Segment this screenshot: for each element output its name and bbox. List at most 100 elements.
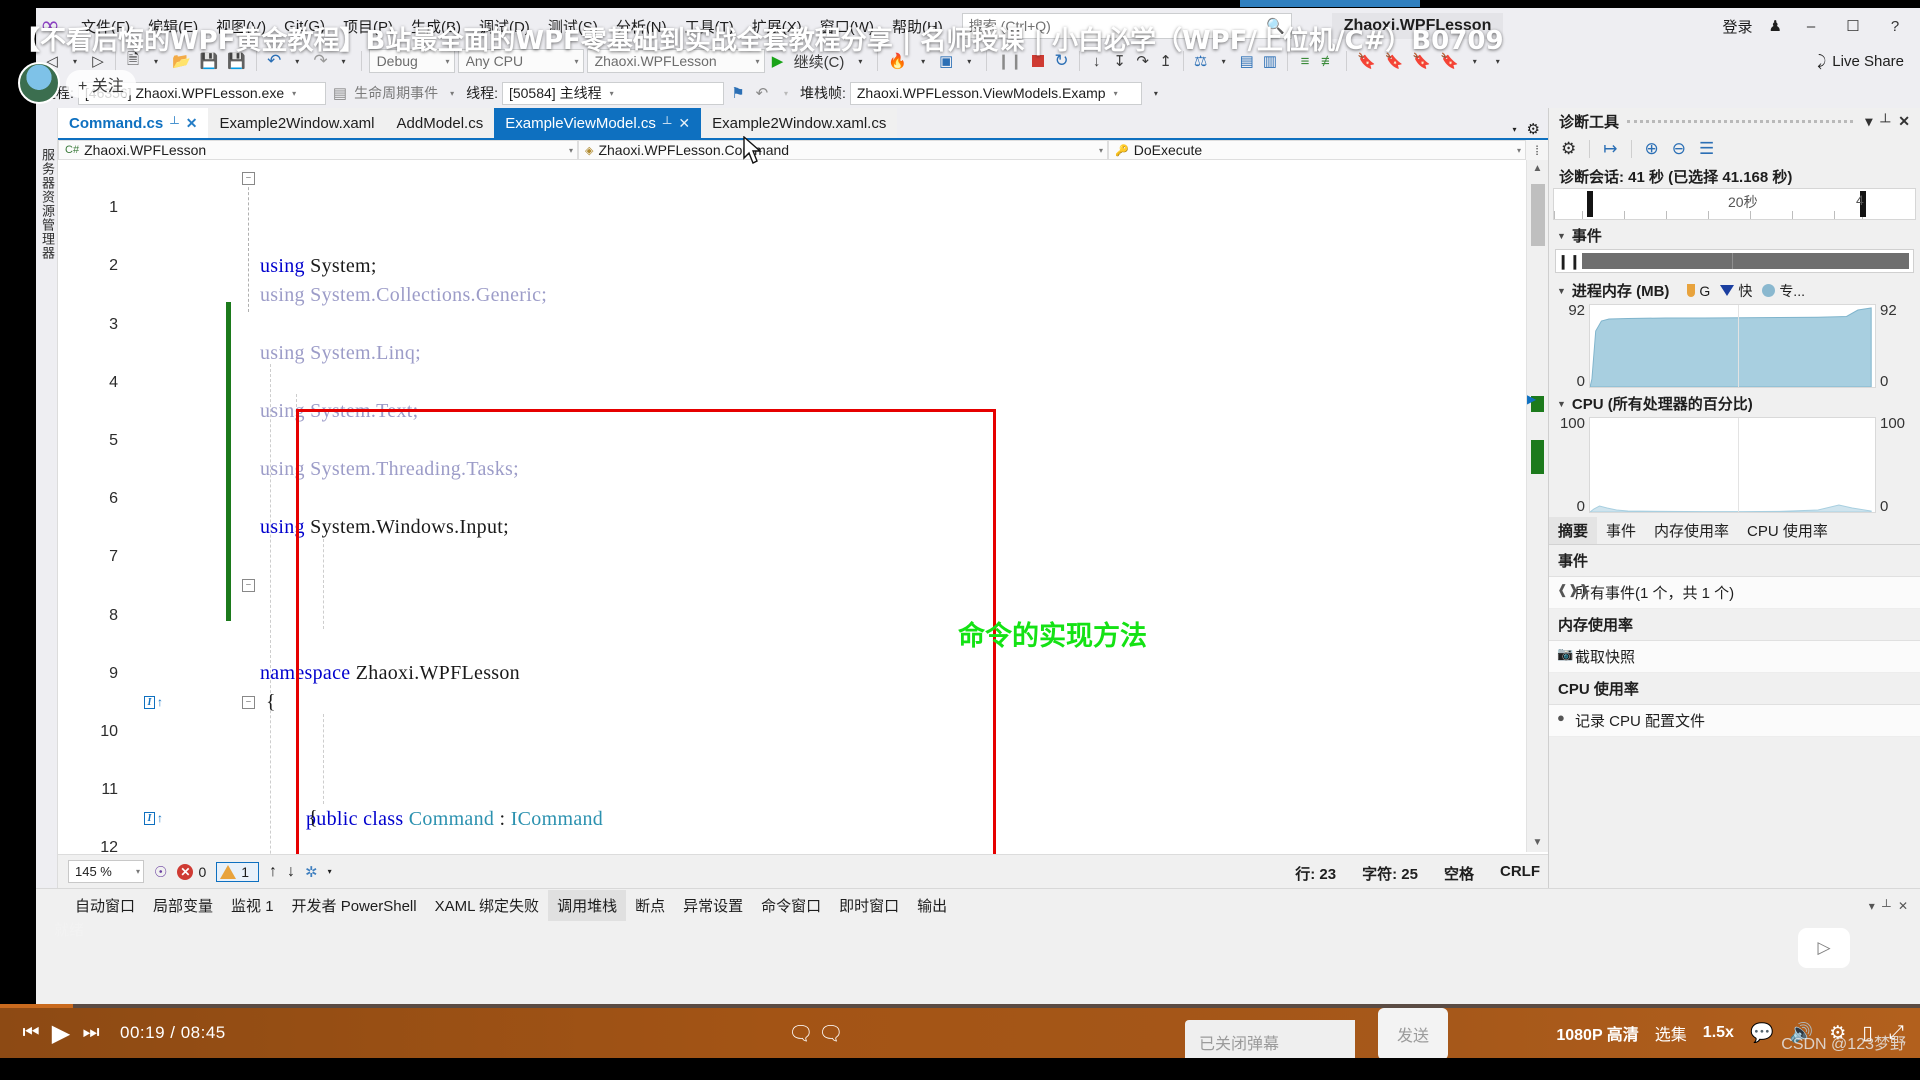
- scroll-up-icon[interactable]: ▲: [1527, 160, 1548, 178]
- cpu-axis-min-left: 0: [1553, 498, 1585, 515]
- tab-events[interactable]: 事件: [1597, 517, 1645, 544]
- danmu-off-icon[interactable]: 🗨: [786, 1016, 816, 1050]
- server-explorer-tab[interactable]: 服务器资源管理器: [38, 148, 57, 260]
- breadcrumb-project[interactable]: C# Zhaoxi.WPFLesson ▾: [58, 140, 578, 160]
- editor-vertical-scrollbar[interactable]: ▲ ▶ ▼: [1526, 160, 1548, 852]
- cpu-usage-chart[interactable]: 100 0 100 0: [1553, 417, 1916, 513]
- zoom-combo[interactable]: 145 % ▾: [68, 860, 144, 883]
- cpu-axis-min-right: 0: [1880, 498, 1916, 515]
- help-button[interactable]: ?: [1876, 13, 1914, 39]
- minimize-button[interactable]: –: [1792, 13, 1830, 39]
- error-count-badge[interactable]: ✕ 0: [177, 864, 206, 880]
- timeline-selection-start[interactable]: [1587, 191, 1593, 217]
- inheritance-glyph-icon[interactable]: I↑: [144, 694, 178, 711]
- cpu-section-label: CPU (所有处理器的百分比): [1572, 393, 1753, 414]
- intellicode-icon[interactable]: ☉: [154, 863, 167, 881]
- zoom-out-icon[interactable]: ⊖: [1672, 139, 1686, 159]
- stack-prev-icon[interactable]: ↶: [752, 81, 772, 105]
- thread-combo[interactable]: [50584] 主线程 ▾: [502, 82, 724, 105]
- breadcrumb-type[interactable]: ◈ Zhaoxi.WPFLesson.Command ▾: [578, 140, 1108, 160]
- stack-frame-combo[interactable]: Zhaoxi.WPFLesson.ViewModels.Examp ▾: [850, 82, 1142, 105]
- gear-icon[interactable]: ⚙: [1527, 120, 1540, 138]
- warning-count-badge[interactable]: 1: [216, 862, 259, 882]
- memory-section-header[interactable]: ▼ 进程内存 (MB) G 快 专...: [1549, 275, 1920, 304]
- debugbar-overflow-icon[interactable]: ▾: [1146, 81, 1166, 105]
- episodes-button[interactable]: 选集: [1655, 1021, 1687, 1045]
- panel-menu-icon[interactable]: ▾: [1861, 113, 1876, 130]
- next-icon[interactable]: ⏭: [76, 1016, 106, 1050]
- memory-usage-chart[interactable]: 92 0 92 0: [1553, 304, 1916, 388]
- follow-button[interactable]: + 关注: [66, 70, 136, 98]
- panel-tab-xaml-binding-failures[interactable]: XAML 绑定失败: [426, 890, 548, 921]
- speed-selector[interactable]: 1.5x: [1703, 1024, 1734, 1042]
- tab-example2window-xaml[interactable]: Example2Window.xaml: [208, 108, 385, 138]
- panel-tab-call-stack[interactable]: 调用堆栈: [548, 890, 626, 921]
- zoom-in-icon[interactable]: ⊕: [1645, 139, 1659, 159]
- panel-tab-immediate-window[interactable]: 即时窗口: [830, 890, 908, 921]
- code-line: 11 {: [58, 746, 1526, 775]
- lifecycle-dropdown-icon[interactable]: ▾: [442, 81, 462, 105]
- close-icon[interactable]: ✕: [186, 115, 198, 132]
- avatar[interactable]: [18, 62, 60, 104]
- fold-toggle-icon[interactable]: −: [242, 172, 255, 185]
- flag-icon[interactable]: ⚑: [728, 81, 748, 105]
- events-section-header[interactable]: ▼ 事件: [1549, 220, 1920, 249]
- tab-exampleviewmodel-cs[interactable]: ExampleViewModel.cs ┴ ✕: [494, 108, 701, 138]
- timeline-ruler[interactable]: 20秒 4: [1553, 188, 1916, 220]
- tab-example2window-xaml-cs[interactable]: Example2Window.xaml.cs: [701, 108, 897, 138]
- events-track[interactable]: ❙❙: [1555, 249, 1914, 273]
- tab-command-cs[interactable]: Command.cs ┴ ✕: [58, 108, 208, 138]
- panel-tab-autos[interactable]: 自动窗口: [66, 890, 144, 921]
- close-icon[interactable]: ✕: [678, 115, 690, 132]
- play-icon[interactable]: ▶: [46, 1016, 76, 1050]
- summary-item-take-snapshot[interactable]: 📷 截取快照: [1549, 641, 1920, 673]
- pin-icon[interactable]: ┴: [1876, 113, 1894, 129]
- panel-tab-powershell[interactable]: 开发者 PowerShell: [283, 890, 426, 921]
- prev-issue-icon[interactable]: ↑: [269, 863, 277, 881]
- code-cleanup-icon[interactable]: ✲: [305, 863, 318, 881]
- panel-tab-command-window[interactable]: 命令窗口: [752, 890, 830, 921]
- tab-cpu-usage[interactable]: CPU 使用率: [1738, 517, 1837, 544]
- cpu-section-header[interactable]: ▼ CPU (所有处理器的百分比): [1549, 388, 1920, 417]
- tab-memory-usage[interactable]: 内存使用率: [1645, 517, 1738, 544]
- fold-toggle-icon[interactable]: −: [242, 696, 255, 709]
- danmu-settings-icon[interactable]: 🗨: [816, 1016, 846, 1050]
- summary-item-all-events[interactable]: ❰❱❱ 所有事件(1 个，共 1 个): [1549, 577, 1920, 609]
- tab-overflow-icon[interactable]: ▾: [1513, 125, 1517, 134]
- next-issue-icon[interactable]: ↓: [287, 863, 295, 881]
- panel-tab-breakpoints[interactable]: 断点: [626, 890, 674, 921]
- pin-icon[interactable]: ┴: [663, 116, 672, 130]
- maximize-button[interactable]: ☐: [1834, 13, 1872, 39]
- send-button[interactable]: 发送: [1378, 1008, 1448, 1060]
- gear-icon[interactable]: ⚙: [1561, 139, 1576, 159]
- export-icon[interactable]: ↦: [1603, 139, 1617, 159]
- video-replay-overlay-button[interactable]: ▷: [1798, 928, 1850, 968]
- implements-glyph-icon[interactable]: I↑: [144, 810, 178, 827]
- panel-tab-exception-settings[interactable]: 异常设置: [674, 890, 752, 921]
- summary-item-record-cpu[interactable]: ● 记录 CPU 配置文件: [1549, 705, 1920, 737]
- drag-handle[interactable]: [1627, 120, 1853, 123]
- prev-icon[interactable]: ⏮: [16, 1016, 46, 1050]
- quality-selector[interactable]: 1080P 高清: [1556, 1021, 1638, 1045]
- chevron-down-icon[interactable]: ▾: [328, 867, 332, 876]
- sign-in-label[interactable]: 登录: [1717, 16, 1759, 37]
- panel-tab-watch1[interactable]: 监视 1: [222, 890, 283, 921]
- code-editor[interactable]: 1 − using System; 2 using System.Collect…: [58, 160, 1548, 888]
- lifecycle-events-icon[interactable]: ▤: [330, 81, 350, 105]
- breadcrumb-member[interactable]: 🔑 DoExecute ▾: [1108, 140, 1526, 160]
- live-share-button[interactable]: ⤸ Live Share: [1817, 53, 1920, 70]
- panel-tab-output[interactable]: 输出: [908, 890, 956, 921]
- chart-icon[interactable]: ☰: [1699, 139, 1714, 159]
- split-view-icon[interactable]: ⁞: [1526, 140, 1548, 160]
- pin-icon[interactable]: ┴: [170, 116, 179, 130]
- tab-addmodel-cs[interactable]: AddModel.cs: [386, 108, 495, 138]
- panel-strip-controls[interactable]: ▾ ┴ ✕: [1869, 899, 1920, 913]
- scrollbar-thumb[interactable]: [1531, 184, 1545, 246]
- close-icon[interactable]: ✕: [1894, 113, 1914, 130]
- tab-summary[interactable]: 摘要: [1549, 517, 1597, 544]
- panel-tab-locals[interactable]: 局部变量: [144, 890, 222, 921]
- scroll-down-icon[interactable]: ▼: [1527, 834, 1548, 852]
- subtitle-icon[interactable]: 💬: [1750, 1021, 1774, 1045]
- fold-toggle-icon[interactable]: −: [242, 579, 255, 592]
- account-icon[interactable]: ♟: [1763, 17, 1788, 35]
